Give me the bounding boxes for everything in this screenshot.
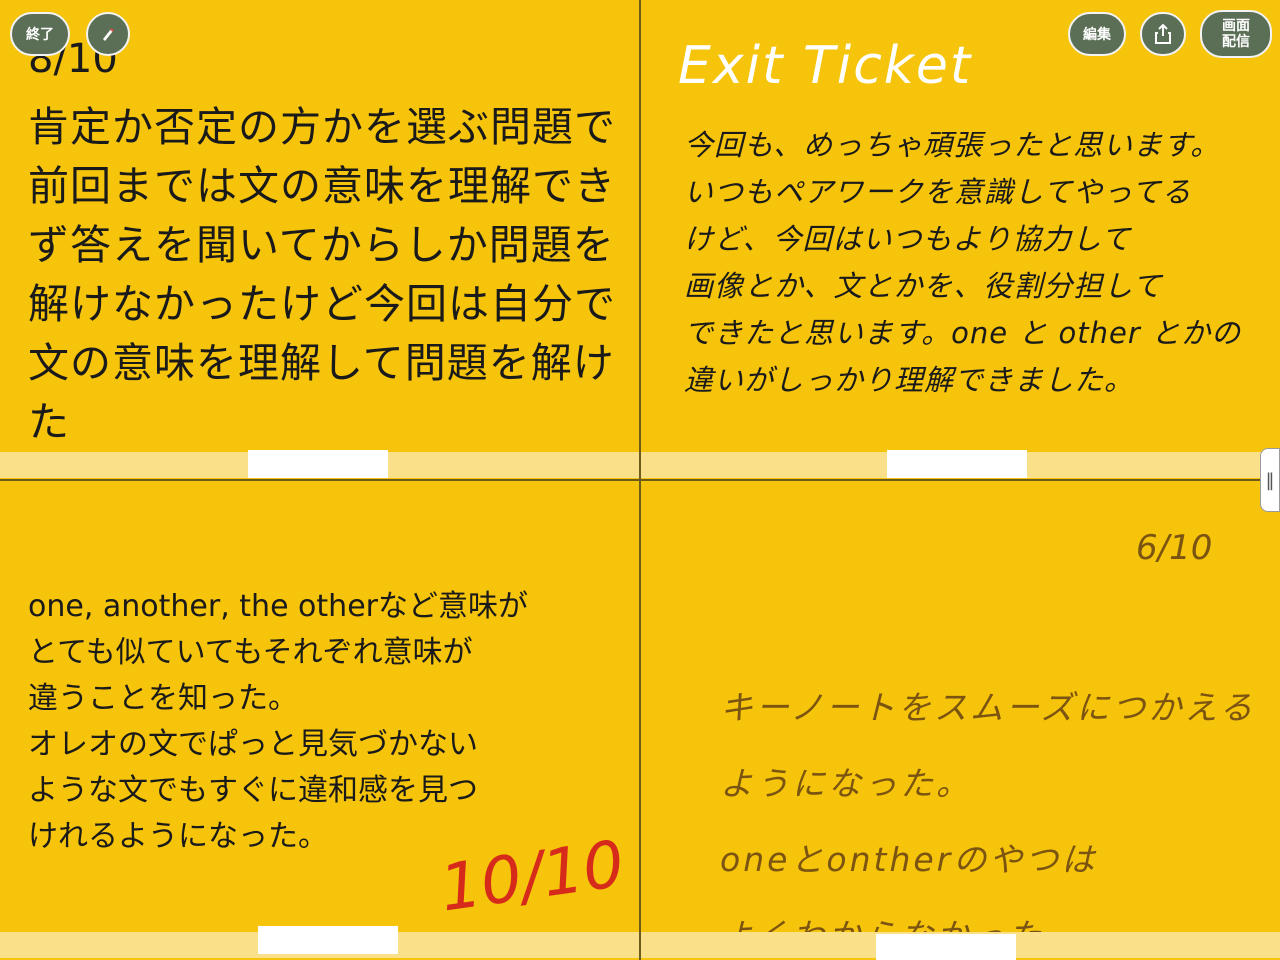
card-3[interactable]: one, another, the otherなど意味が とても似ていてもそれぞ…: [0, 480, 640, 960]
pen-icon: [103, 28, 114, 41]
card-3-line: とても似ていてもそれぞれ意味が: [28, 635, 473, 670]
card-4-line: oneとontherのやつは: [720, 840, 1098, 879]
card-4-line: ようになった。: [720, 764, 972, 803]
grip-icon: ‖: [1265, 469, 1275, 491]
card-3-line: オレオの文でぱっと見気づかない: [28, 727, 478, 762]
card-4-score: 6/10: [1136, 528, 1213, 568]
side-drawer-handle[interactable]: ‖: [1260, 448, 1280, 512]
card-4-name-tab[interactable]: [876, 934, 1016, 960]
screen-share-label-1: 画面: [1222, 18, 1250, 34]
card-2-line: けど、今回はいつもより協力して: [684, 222, 1132, 256]
card-3-line: ような文でもすぐに違和感を見つ: [28, 773, 478, 808]
grid-divider-horizontal: [0, 479, 1280, 481]
card-3-line: one, another, the otherなど意味が: [28, 589, 528, 624]
card-4-handwriting: キーノートをスムーズにつかえる ようになった。 oneとontherのやつは よ…: [720, 670, 1260, 960]
card-1-text: 肯定か否定の方かを選ぶ問題で前回までは文の意味を理解できず答えを聞いてからしか問…: [28, 103, 616, 446]
end-button[interactable]: 終了: [10, 12, 70, 56]
card-2-name-tab[interactable]: [887, 450, 1027, 478]
card-grid: 8/10 肯定か否定の方かを選ぶ問題で前回までは文の意味を理解できず答えを聞いて…: [0, 0, 1280, 960]
share-icon: [1155, 23, 1171, 44]
card-3-line: 違うことを知った。: [28, 681, 298, 716]
card-2-line: いつもペアワークを意識してやってる: [684, 175, 1192, 209]
share-button[interactable]: [1140, 12, 1186, 56]
card-2-line: 違いがしっかり理解できました。: [684, 363, 1135, 397]
screen-share-label-2: 配信: [1222, 34, 1250, 50]
screen-share-button[interactable]: 画面 配信: [1200, 10, 1272, 58]
edit-button[interactable]: 編集: [1068, 12, 1126, 56]
card-3-text: one, another, the otherなど意味が とても似ていてもそれぞ…: [28, 584, 628, 860]
card-2-handwriting: 今回も、めっちゃ頑張ったと思います。 いつもペアワークを意識してやってる けど、…: [684, 122, 1264, 404]
card-2-line: 画像とか、文とかを、役割分担して: [684, 269, 1163, 303]
card-2-line: 今回も、めっちゃ頑張ったと思います。: [684, 128, 1221, 162]
card-1[interactable]: 8/10 肯定か否定の方かを選ぶ問題で前回までは文の意味を理解できず答えを聞いて…: [0, 0, 640, 480]
card-1-name-tab[interactable]: [248, 450, 388, 478]
card-3-name-tab[interactable]: [258, 926, 398, 954]
pen-button[interactable]: [86, 12, 130, 56]
card-2-title: Exit Ticket: [678, 36, 973, 96]
card-4-line: キーノートをスムーズにつかえる: [720, 688, 1256, 727]
card-2-line: できたと思います。one と other とかの: [684, 316, 1241, 350]
card-2[interactable]: Exit Ticket 今回も、めっちゃ頑張ったと思います。 いつもペアワークを…: [640, 0, 1280, 480]
card-4[interactable]: 6/10 キーノートをスムーズにつかえる ようになった。 oneとontherの…: [640, 480, 1280, 960]
